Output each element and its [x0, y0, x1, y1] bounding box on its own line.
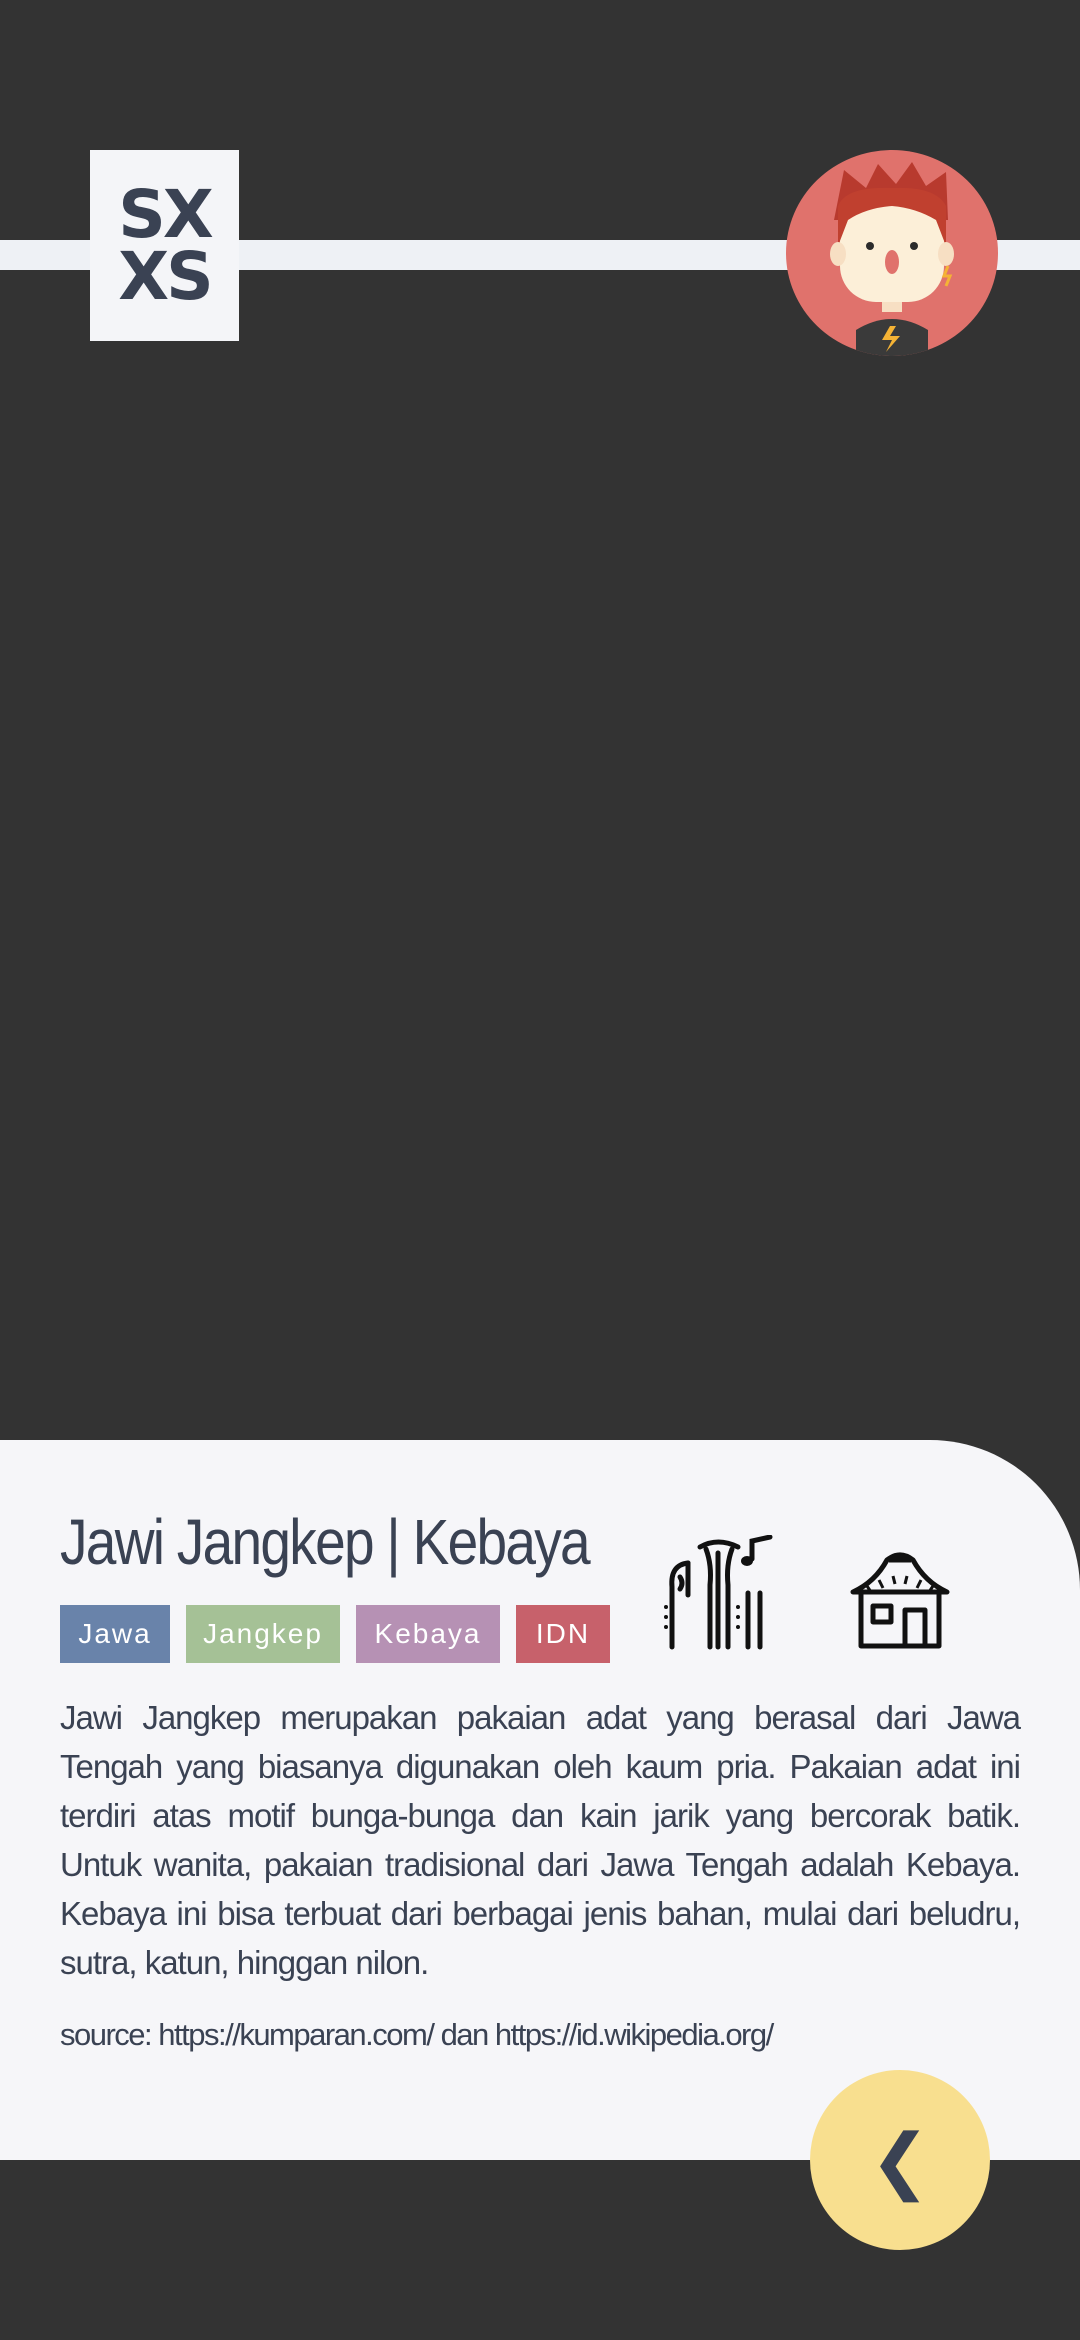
article-title: Jawi Jangkep | Kebaya [60, 1506, 591, 1578]
article-description: Jawi Jangkep merupakan pakaian adat yang… [60, 1699, 1021, 1981]
cartoon-avatar-icon [830, 162, 954, 356]
logo-line-2: XS [118, 237, 213, 315]
logo-line-1: SX [118, 175, 213, 253]
tag-jangkep[interactable]: Jangkep [186, 1605, 340, 1663]
tag-jawa[interactable]: Jawa [60, 1605, 170, 1663]
tag-idn[interactable]: IDN [516, 1605, 610, 1663]
user-avatar[interactable] [786, 150, 998, 356]
app-logo[interactable]: SX XS [90, 150, 239, 341]
traditional-music-instruments-icon[interactable] [660, 1535, 776, 1650]
traditional-house-icon[interactable] [845, 1548, 955, 1650]
back-button[interactable]: ❮ [810, 2070, 990, 2250]
chevron-left-icon: ❮ [869, 2118, 931, 2202]
article-source: source: https://kumparan.com/ dan https:… [60, 2017, 774, 2052]
tag-kebaya[interactable]: Kebaya [356, 1605, 500, 1663]
